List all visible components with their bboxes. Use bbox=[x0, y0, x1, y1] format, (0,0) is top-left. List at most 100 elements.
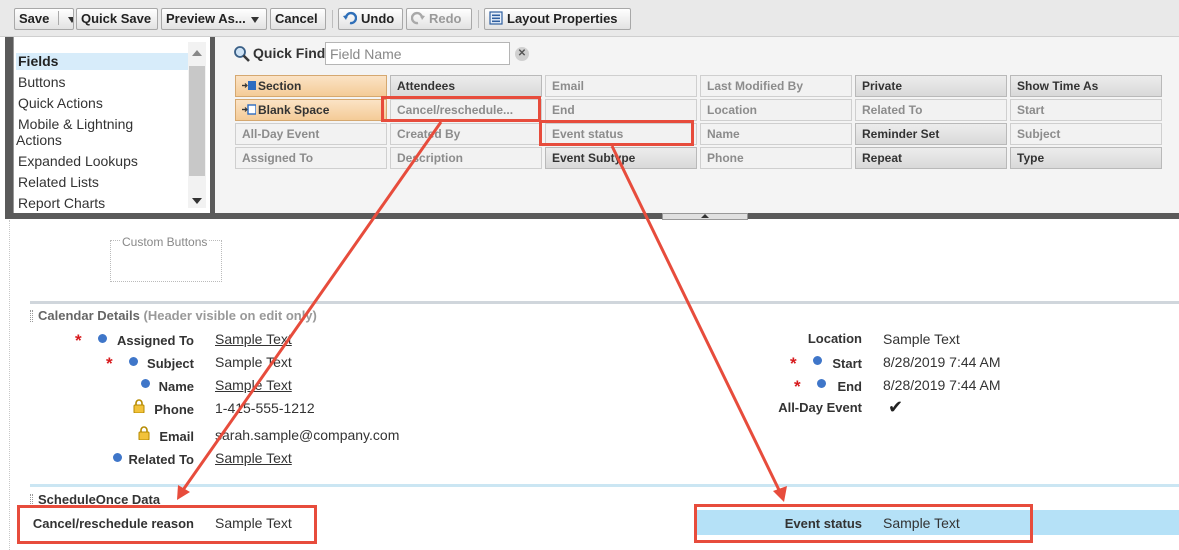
required-icon: * bbox=[75, 331, 82, 350]
arrowhead-icon bbox=[177, 485, 190, 500]
arrowhead-icon bbox=[773, 486, 787, 502]
field-value-related-to[interactable]: Sample Text bbox=[215, 450, 292, 466]
redo-button[interactable]: Redo bbox=[406, 8, 472, 30]
layout-properties-button[interactable]: Layout Properties bbox=[484, 8, 631, 30]
palette-tile-all-day-event[interactable]: All-Day Event bbox=[235, 123, 387, 145]
palette-category-list: Fields Buttons Quick Actions Mobile & Li… bbox=[13, 37, 210, 213]
required-icon: * bbox=[106, 354, 113, 373]
info-dot-icon bbox=[817, 379, 826, 388]
quick-save-label: Quick Save bbox=[81, 11, 152, 26]
palette-tile-phone[interactable]: Phone bbox=[700, 147, 852, 169]
scroll-up-icon[interactable] bbox=[192, 50, 202, 56]
category-mobile-lightning-actions-line2[interactable]: Actions bbox=[14, 132, 186, 149]
preview-as-button[interactable]: Preview As... bbox=[161, 8, 267, 30]
lock-icon bbox=[138, 426, 150, 440]
redo-icon bbox=[411, 11, 425, 25]
required-icon: * bbox=[794, 377, 801, 396]
field-label-assigned-to: Assigned To bbox=[116, 333, 194, 348]
palette-tile-show-time-as[interactable]: Show Time As bbox=[1010, 75, 1162, 97]
schedule-section-divider bbox=[30, 484, 1179, 487]
undo-icon bbox=[343, 11, 357, 25]
field-value-end: 8/28/2019 7:44 AM bbox=[883, 377, 1001, 393]
quick-find-label: Quick Find bbox=[253, 45, 326, 61]
field-value-subject: Sample Text bbox=[215, 354, 292, 370]
blank-space-icon bbox=[242, 104, 256, 115]
field-value-location: Sample Text bbox=[883, 331, 960, 347]
info-dot-icon bbox=[129, 357, 138, 366]
undo-label: Undo bbox=[361, 11, 395, 26]
palette-tile-created-by[interactable]: Created By bbox=[390, 123, 542, 145]
search-icon bbox=[234, 46, 250, 62]
info-dot-icon bbox=[813, 356, 822, 365]
palette-tile-subject[interactable]: Subject bbox=[1010, 123, 1162, 145]
palette-tile-type[interactable]: Type bbox=[1010, 147, 1162, 169]
palette-fields-panel: Quick Find ✕ Section Attendees Email Las… bbox=[215, 37, 1179, 213]
tile-label: Section bbox=[258, 79, 302, 93]
cancel-label: Cancel bbox=[275, 11, 318, 26]
layout-properties-label: Layout Properties bbox=[507, 11, 618, 26]
preview-as-label: Preview As... bbox=[166, 11, 246, 26]
annotation-box-cancel-reschedule-tile bbox=[381, 96, 541, 122]
section-icon bbox=[242, 81, 256, 90]
clear-search-icon[interactable]: ✕ bbox=[515, 47, 529, 61]
chevron-down-icon[interactable] bbox=[67, 16, 73, 23]
info-dot-icon bbox=[98, 334, 107, 343]
undo-button[interactable]: Undo bbox=[338, 8, 403, 30]
field-label-email: Email bbox=[159, 429, 194, 444]
palette-tile-last-modified-by[interactable]: Last Modified By bbox=[700, 75, 852, 97]
lock-icon bbox=[133, 399, 145, 413]
category-report-charts[interactable]: Report Charts bbox=[16, 195, 188, 212]
cancel-button[interactable]: Cancel bbox=[270, 8, 326, 30]
category-scrollbar[interactable] bbox=[188, 42, 206, 208]
layout-properties-icon bbox=[489, 11, 503, 25]
palette-tile-section[interactable]: Section bbox=[235, 75, 387, 97]
palette-tile-event-subtype[interactable]: Event Subtype bbox=[545, 147, 697, 169]
section-subtitle-text: (Header visible on edit only) bbox=[143, 308, 317, 323]
field-label-name: Name bbox=[158, 379, 194, 394]
annotation-box-event-status-tile bbox=[539, 120, 694, 146]
toolbar-divider bbox=[478, 10, 479, 28]
palette-tile-assigned-to[interactable]: Assigned To bbox=[235, 147, 387, 169]
category-expanded-lookups[interactable]: Expanded Lookups bbox=[16, 153, 188, 170]
palette-tile-name[interactable]: Name bbox=[700, 123, 852, 145]
palette-tile-repeat[interactable]: Repeat bbox=[855, 147, 1007, 169]
field-label-all-day-event: All-Day Event bbox=[778, 400, 862, 415]
field-value-phone: 1-415-555-1212 bbox=[215, 400, 315, 416]
palette-tile-start[interactable]: Start bbox=[1010, 99, 1162, 121]
scroll-down-icon[interactable] bbox=[192, 198, 202, 204]
palette-tile-related-to[interactable]: Related To bbox=[855, 99, 1007, 121]
palette-collapse-handle[interactable] bbox=[662, 213, 748, 220]
required-icon: * bbox=[790, 354, 797, 373]
quick-save-button[interactable]: Quick Save bbox=[76, 8, 158, 30]
drag-handle-icon[interactable] bbox=[30, 310, 33, 322]
palette-tile-reminder-set[interactable]: Reminder Set bbox=[855, 123, 1007, 145]
palette-tile-blank-space[interactable]: Blank Space bbox=[235, 99, 387, 121]
palette-tile-private[interactable]: Private bbox=[855, 75, 1007, 97]
category-mobile-label-line1: Mobile & Lightning bbox=[18, 116, 134, 132]
scrollbar-thumb[interactable] bbox=[189, 66, 205, 176]
toolbar: Save Quick Save Preview As... Cancel Und… bbox=[0, 0, 1179, 37]
palette-tile-end[interactable]: End bbox=[545, 99, 697, 121]
category-fields[interactable]: Fields bbox=[16, 53, 188, 70]
palette-tile-description[interactable]: Description bbox=[390, 147, 542, 169]
field-value-email: sarah.sample@company.com bbox=[215, 427, 400, 443]
save-button[interactable]: Save bbox=[14, 8, 74, 30]
field-value-assigned-to[interactable]: Sample Text bbox=[215, 331, 292, 347]
palette-tile-attendees[interactable]: Attendees bbox=[390, 75, 542, 97]
layout-guide-line bbox=[9, 220, 10, 550]
category-quick-actions[interactable]: Quick Actions bbox=[16, 95, 188, 112]
palette-tile-email[interactable]: Email bbox=[545, 75, 697, 97]
checkmark-icon: ✔ bbox=[888, 397, 904, 417]
quick-find-input[interactable] bbox=[325, 42, 510, 65]
field-label-related-to: Related To bbox=[128, 452, 195, 467]
category-related-lists[interactable]: Related Lists bbox=[16, 174, 188, 191]
palette-tile-location[interactable]: Location bbox=[700, 99, 852, 121]
chevron-down-icon bbox=[251, 16, 260, 23]
calendar-section-title[interactable]: Calendar Details (Header visible on edit… bbox=[38, 308, 317, 323]
category-mobile-lightning-actions[interactable]: Mobile & Lightning bbox=[16, 116, 188, 133]
field-value-start: 8/28/2019 7:44 AM bbox=[883, 354, 1001, 370]
info-dot-icon bbox=[113, 453, 122, 462]
field-value-name[interactable]: Sample Text bbox=[215, 377, 292, 393]
custom-buttons-area[interactable]: Custom Buttons bbox=[110, 235, 222, 282]
category-buttons[interactable]: Buttons bbox=[16, 74, 188, 91]
